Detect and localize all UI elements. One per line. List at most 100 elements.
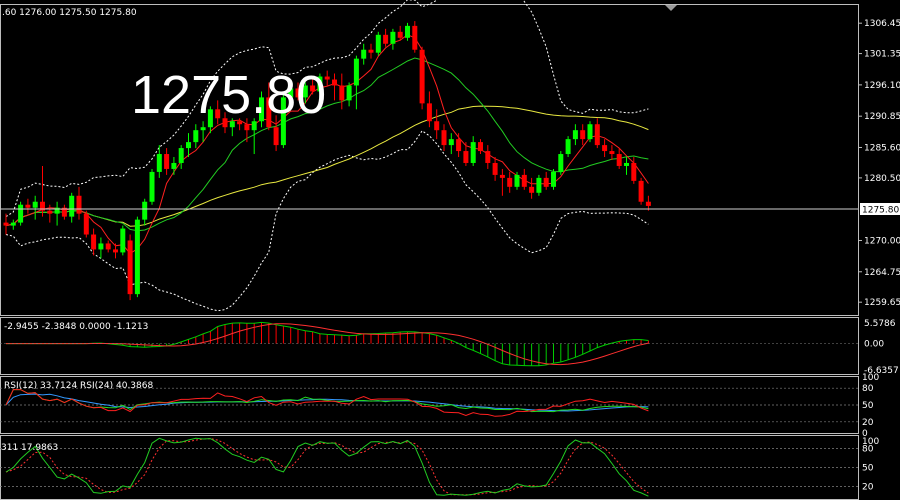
candle-bull	[156, 145, 162, 178]
candle-bear	[594, 118, 600, 149]
candle-bear	[507, 171, 513, 193]
candle-bear	[91, 228, 97, 256]
candle-body	[76, 195, 82, 214]
candle-body	[193, 130, 199, 143]
candle-bull	[32, 195, 38, 220]
candle-bear	[441, 124, 447, 152]
big-price-label: 1275.80	[131, 65, 326, 125]
price-header: .60 1276.00 1275.50 1275.80	[2, 8, 137, 18]
candle-bear	[638, 177, 644, 205]
kd-panel: 100805020	[0, 437, 879, 497]
candle-bear	[492, 157, 498, 181]
candle-bear	[25, 198, 31, 214]
candle-body	[353, 58, 359, 86]
candle-body	[478, 142, 483, 152]
last-price-label: 1275.80	[862, 206, 899, 216]
candle-body	[149, 171, 155, 202]
candle-body	[499, 174, 505, 178]
candle-bull	[353, 55, 359, 110]
candle-bear	[485, 145, 491, 169]
candle-body	[558, 154, 564, 172]
price-axis: 1306.45 1301.35 1296.10 1290.85 1285.60 1280.…	[858, 19, 900, 308]
candle-bull	[361, 43, 367, 65]
candle-bull	[18, 201, 24, 226]
price-tick-label: 1259.65	[864, 298, 900, 308]
kd-tick-label: 20	[862, 482, 874, 492]
candle-bull	[390, 28, 396, 50]
candle-body	[383, 34, 389, 44]
candle-body	[543, 177, 549, 187]
candle-body	[18, 204, 24, 223]
candle-body	[521, 174, 527, 187]
candle-body	[10, 222, 16, 226]
rsi-fast-line	[5, 389, 649, 417]
candle-bear	[3, 213, 9, 235]
candle-body	[594, 124, 600, 146]
candle-body	[441, 130, 447, 146]
candle-bull	[565, 136, 571, 158]
price-tick-label: 1306.45	[864, 19, 900, 29]
candle-bear	[580, 124, 586, 146]
candle-body	[572, 130, 578, 140]
chart-shift-marker-icon[interactable]	[665, 5, 677, 11]
candle-bear	[478, 139, 483, 155]
candle-body	[47, 210, 53, 214]
candle-body	[492, 162, 498, 175]
candle-bear	[332, 73, 337, 101]
candle-body	[273, 127, 279, 146]
candle-body	[142, 201, 148, 220]
candle-bear	[543, 171, 549, 190]
candle-body	[565, 139, 571, 155]
candle-bear	[616, 148, 622, 169]
candle-bear	[83, 210, 89, 238]
candle-bear	[609, 145, 615, 160]
candle-body	[485, 151, 491, 163]
candle-bull	[536, 174, 542, 196]
rsi-header: RSI(12) 33.7124 RSI(24) 40.3868	[4, 381, 153, 391]
candle-body	[434, 121, 440, 131]
candle-bull	[448, 133, 454, 155]
candle-body	[25, 204, 31, 208]
candle-bear	[339, 73, 345, 110]
rsi-tick-label: 80	[862, 384, 874, 394]
candle-body	[171, 162, 177, 169]
candle-bull	[551, 168, 556, 190]
candle-bear	[434, 109, 440, 140]
candle-body	[178, 148, 184, 163]
candle-body	[32, 201, 38, 208]
candle-body	[3, 222, 9, 226]
candle-bear	[412, 21, 418, 53]
price-tick-label: 1290.85	[864, 112, 900, 122]
candle-body	[244, 124, 250, 131]
candle-bull	[98, 237, 104, 259]
price-tick-label: 1280.50	[864, 174, 900, 184]
candle-bear	[127, 234, 133, 301]
candle-body	[609, 151, 615, 155]
candle-bear	[368, 43, 374, 59]
candle-body	[375, 34, 381, 53]
candle-body	[113, 249, 118, 253]
price-tick-label: 1285.60	[864, 143, 900, 153]
candle-bull	[149, 168, 155, 205]
rsi-tick-label: 50	[862, 401, 874, 411]
candle-bull	[54, 201, 60, 226]
candle-bull	[171, 157, 177, 175]
candle-body	[419, 49, 425, 104]
candle-bull	[405, 22, 410, 41]
candle-body	[346, 85, 352, 101]
candle-bear	[419, 46, 425, 110]
ma-slow-line	[5, 105, 649, 227]
candle-body	[624, 162, 629, 166]
candle-body	[397, 31, 403, 38]
candle-bull	[134, 216, 140, 298]
candle-bull	[120, 225, 126, 256]
candle-body	[361, 49, 367, 59]
macd-tick-label: 5.5786	[864, 319, 896, 329]
candle-body	[105, 243, 111, 250]
candle-body	[332, 79, 337, 86]
candle-bull	[572, 124, 578, 146]
candle-body	[587, 124, 593, 140]
candle-bull	[178, 145, 184, 169]
candle-body	[83, 213, 89, 235]
candle-body	[507, 177, 513, 187]
